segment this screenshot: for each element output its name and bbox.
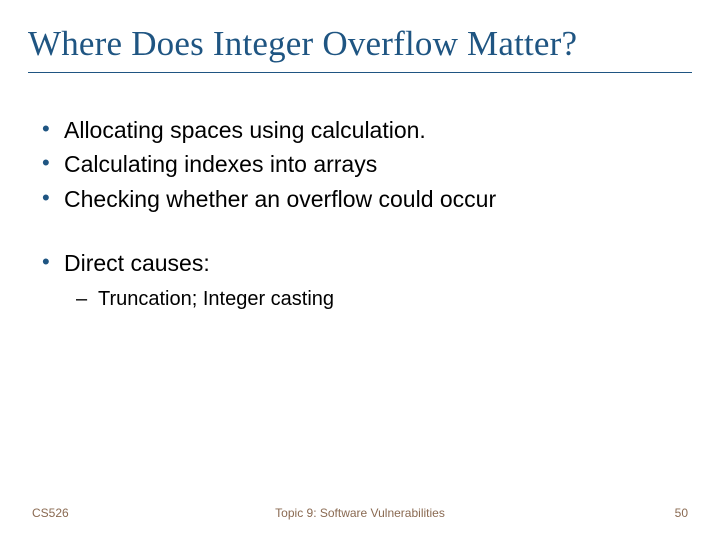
footer-page-number: 50 — [675, 506, 688, 520]
bullet-item: Calculating indexes into arrays — [38, 149, 692, 179]
bullet-text: Direct causes: — [64, 250, 210, 276]
bullet-item: Allocating spaces using calculation. — [38, 115, 692, 145]
slide-title: Where Does Integer Overflow Matter? — [28, 24, 692, 64]
bullet-item: Direct causes: Truncation; Integer casti… — [38, 248, 692, 313]
footer-center: Topic 9: Software Vulnerabilities — [275, 506, 445, 520]
sub-bullet-list: Truncation; Integer casting — [64, 286, 692, 312]
slide-body: Allocating spaces using calculation. Cal… — [28, 115, 692, 313]
slide: Where Does Integer Overflow Matter? Allo… — [0, 0, 720, 540]
slide-footer: CS526 Topic 9: Software Vulnerabilities … — [0, 506, 720, 520]
footer-left: CS526 — [32, 506, 69, 520]
sub-bullet-item: Truncation; Integer casting — [70, 286, 692, 312]
bullet-list: Allocating spaces using calculation. Cal… — [38, 115, 692, 214]
bullet-item: Checking whether an overflow could occur — [38, 184, 692, 214]
bullet-list-2: Direct causes: Truncation; Integer casti… — [38, 248, 692, 313]
spacer — [38, 218, 692, 248]
title-underline — [28, 72, 692, 73]
